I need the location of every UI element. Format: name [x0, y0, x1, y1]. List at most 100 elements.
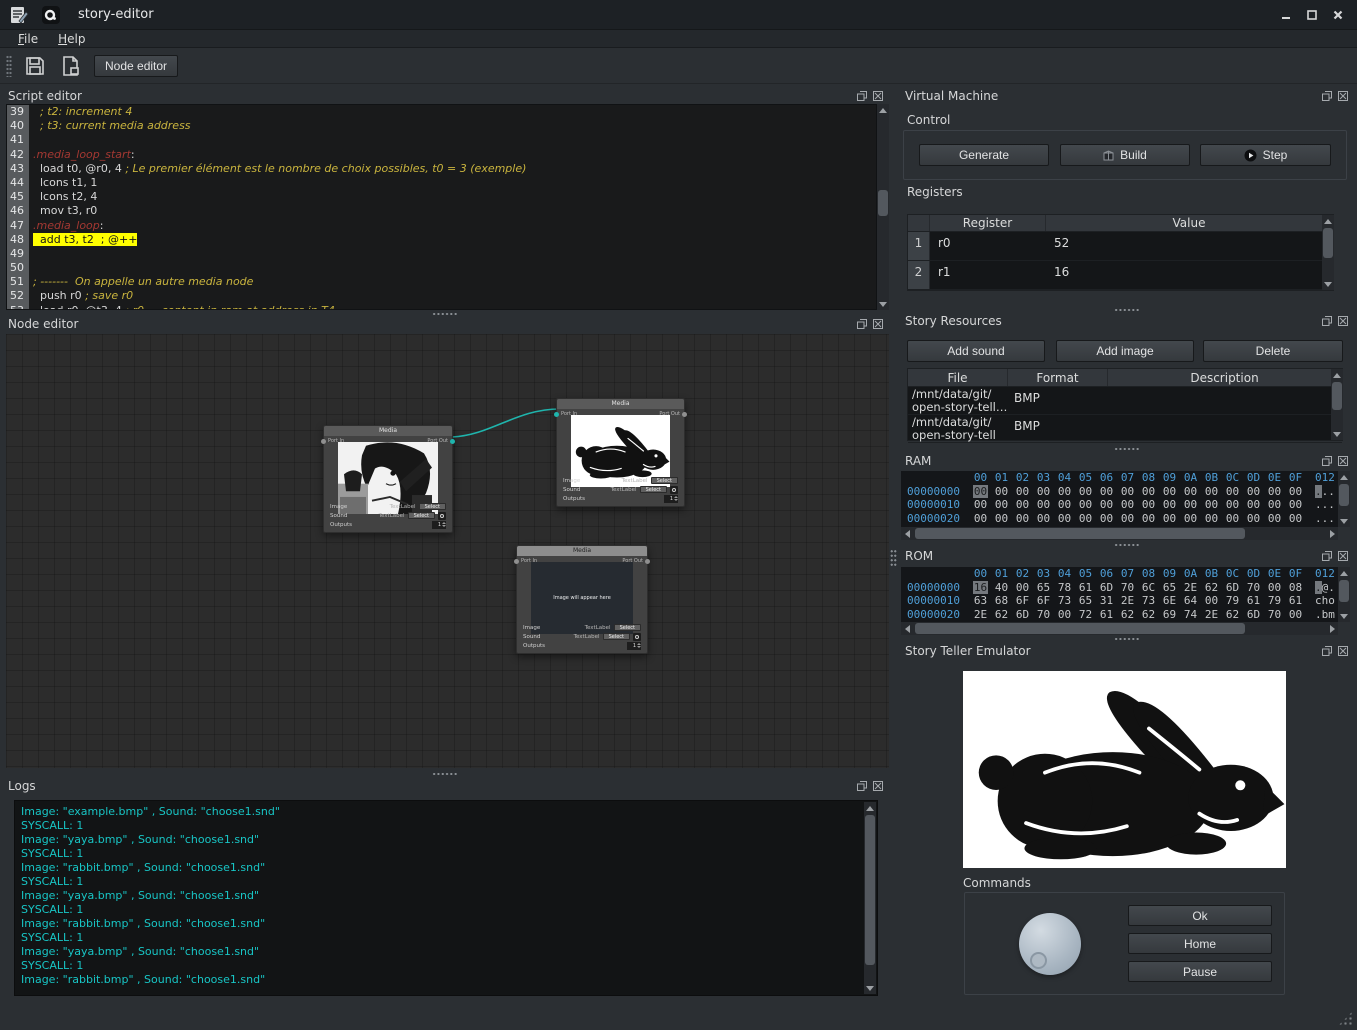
hex-byte[interactable]: 00: [1057, 608, 1072, 622]
hex-byte[interactable]: 63: [973, 594, 988, 608]
hex-byte[interactable]: 00: [1288, 485, 1303, 499]
hex-byte[interactable]: 00: [1036, 498, 1051, 512]
hex-byte[interactable]: 00: [1204, 512, 1219, 526]
hex-byte[interactable]: 00: [1036, 485, 1051, 499]
hex-byte[interactable]: 61: [1099, 608, 1114, 622]
hex-byte[interactable]: 65: [1078, 594, 1093, 608]
script-editor-scrollbar[interactable]: [877, 104, 889, 310]
hex-byte[interactable]: 00: [1225, 512, 1240, 526]
close-panel-icon[interactable]: [1337, 315, 1349, 327]
hex-byte[interactable]: 00: [1141, 512, 1156, 526]
hex-byte[interactable]: 00: [1267, 512, 1282, 526]
float-panel-icon[interactable]: [1321, 645, 1333, 657]
hex-byte[interactable]: 00: [994, 512, 1009, 526]
close-panel-icon[interactable]: [1337, 90, 1349, 102]
node-canvas[interactable]: MediaPort InPort Out ImageTextLabelSelec…: [6, 334, 889, 768]
hex-byte[interactable]: 00: [1015, 512, 1030, 526]
hex-byte[interactable]: 6C: [1141, 581, 1156, 595]
hex-byte[interactable]: 62: [994, 608, 1009, 622]
hex-byte[interactable]: 62: [1120, 608, 1135, 622]
hex-byte[interactable]: 00: [1183, 512, 1198, 526]
pause-button[interactable]: Pause: [1128, 961, 1272, 982]
outputs-spinbox[interactable]: 1: [664, 495, 678, 503]
hex-byte[interactable]: 00: [973, 485, 988, 499]
hex-byte[interactable]: 70: [1267, 608, 1282, 622]
sound-icon[interactable]: [633, 633, 641, 641]
hex-byte[interactable]: 00: [1036, 512, 1051, 526]
hex-byte[interactable]: 00: [1225, 498, 1240, 512]
ram-vscrollbar[interactable]: [1338, 471, 1350, 527]
hex-byte[interactable]: 00: [1078, 498, 1093, 512]
hex-byte[interactable]: 65: [1036, 581, 1051, 595]
hex-byte[interactable]: 00: [1183, 485, 1198, 499]
ram-hscrollbar[interactable]: [901, 527, 1338, 540]
logs-scrollbar[interactable]: [864, 802, 876, 994]
float-panel-icon[interactable]: [856, 318, 868, 330]
hex-byte[interactable]: 6D: [1246, 608, 1261, 622]
rom-hscrollbar[interactable]: [901, 622, 1338, 635]
splitter-resources-ram[interactable]: [897, 445, 1357, 453]
hex-byte[interactable]: 00: [1246, 498, 1261, 512]
maximize-icon[interactable]: [1299, 4, 1325, 26]
rom-vscrollbar[interactable]: [1338, 567, 1350, 622]
hex-byte[interactable]: 31: [1099, 594, 1114, 608]
hex-byte[interactable]: 2E: [1120, 594, 1135, 608]
hex-byte[interactable]: 79: [1225, 594, 1240, 608]
toolbar-drag-handle[interactable]: [6, 55, 12, 77]
port-out-dot[interactable]: [682, 412, 687, 417]
hex-byte[interactable]: 00: [1057, 485, 1072, 499]
hex-byte[interactable]: 79: [1267, 594, 1282, 608]
splitter-rom-emulator[interactable]: [897, 635, 1357, 643]
script-code[interactable]: 39 ; t2: increment 440 ; t3: current med…: [6, 104, 877, 310]
hex-byte[interactable]: 6D: [1225, 581, 1240, 595]
sound-icon[interactable]: [670, 486, 678, 494]
rotary-knob[interactable]: [1019, 913, 1081, 975]
hex-byte[interactable]: 73: [1057, 594, 1072, 608]
hex-byte[interactable]: 00: [1120, 498, 1135, 512]
resources-scrollbar[interactable]: [1331, 369, 1343, 440]
hex-byte[interactable]: 00: [1267, 498, 1282, 512]
add-image-button[interactable]: Add image: [1056, 340, 1194, 362]
sound-icon[interactable]: [438, 512, 446, 520]
hex-byte[interactable]: 00: [1246, 512, 1261, 526]
hex-byte[interactable]: 00: [1204, 498, 1219, 512]
build-button[interactable]: Build: [1060, 144, 1190, 166]
hex-byte[interactable]: 00: [994, 485, 1009, 499]
hex-byte[interactable]: 00: [1099, 485, 1114, 499]
hex-byte[interactable]: 6D: [1015, 608, 1030, 622]
hex-byte[interactable]: 00: [1162, 498, 1177, 512]
hex-byte[interactable]: 00: [1246, 485, 1261, 499]
image-select-button[interactable]: Select: [651, 477, 678, 484]
hex-byte[interactable]: 16: [973, 581, 988, 595]
hex-byte[interactable]: 6D: [1099, 581, 1114, 595]
sound-select-button[interactable]: Select: [408, 512, 435, 519]
hex-byte[interactable]: 70: [1120, 581, 1135, 595]
hex-byte[interactable]: 00: [1057, 512, 1072, 526]
generate-button[interactable]: Generate: [919, 144, 1049, 166]
image-select-button[interactable]: Select: [419, 503, 446, 510]
hex-byte[interactable]: 61: [1078, 581, 1093, 595]
hex-byte[interactable]: 2E: [973, 608, 988, 622]
hex-byte[interactable]: 73: [1141, 594, 1156, 608]
hex-byte[interactable]: 00: [1204, 485, 1219, 499]
float-panel-icon[interactable]: [1321, 90, 1333, 102]
hex-byte[interactable]: 08: [1288, 581, 1303, 595]
hex-byte[interactable]: 00: [1015, 581, 1030, 595]
outputs-spinbox[interactable]: 1: [627, 642, 641, 650]
port-in-dot[interactable]: [321, 439, 326, 444]
register-row[interactable]: 1r052: [908, 232, 1333, 261]
hex-byte[interactable]: 2E: [1204, 608, 1219, 622]
home-button[interactable]: Home: [1128, 933, 1272, 954]
float-panel-icon[interactable]: [1321, 315, 1333, 327]
hex-byte[interactable]: 70: [1036, 608, 1051, 622]
sound-select-button[interactable]: Select: [603, 633, 630, 640]
close-panel-icon[interactable]: [1337, 550, 1349, 562]
hex-byte[interactable]: 00: [1120, 485, 1135, 499]
hex-byte[interactable]: 74: [1183, 608, 1198, 622]
new-document-icon[interactable]: [58, 53, 84, 79]
close-panel-icon[interactable]: [872, 90, 884, 102]
hex-byte[interactable]: 00: [1267, 581, 1282, 595]
hex-byte[interactable]: 6F: [1015, 594, 1030, 608]
hex-byte[interactable]: 6F: [1036, 594, 1051, 608]
hex-byte[interactable]: 00: [973, 498, 988, 512]
